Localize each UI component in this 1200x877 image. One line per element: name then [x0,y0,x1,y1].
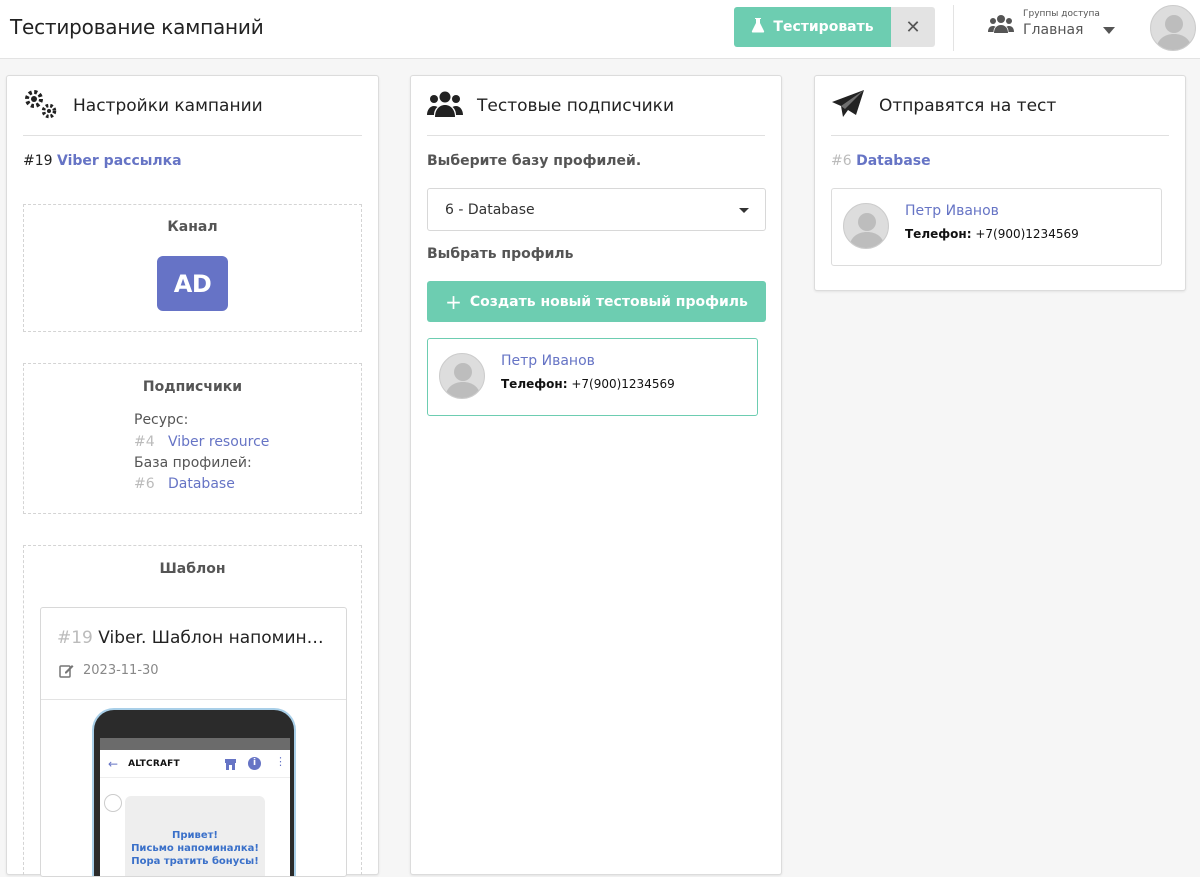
edit-icon[interactable] [59,663,74,682]
template-name-row: #19 Viber. Шаблон напомин… [57,628,324,648]
phone-chat-header: ← ALTCRAFT i ⋮ [100,750,290,778]
template-card[interactable]: #19 Viber. Шаблон напомин… 2023-11-30 ← … [40,607,347,877]
db-link-row: #6 Database [831,153,931,169]
select-profile-label: Выбрать профиль [427,246,574,262]
template-date: 2023-11-30 [83,663,159,678]
db-link[interactable]: Database [168,476,235,492]
caret-down-icon [739,208,749,213]
phone-value: +7(900)1234569 [571,377,675,391]
phone-label: Телефон: [501,377,568,391]
profile-name[interactable]: Петр Иванов [905,203,999,219]
access-groups-caption: Группы доступа [1023,9,1100,19]
users-icon [988,13,1014,39]
test-button-label: Тестировать [773,19,874,35]
info-icon: i [248,757,261,770]
plus-icon: + [445,289,462,314]
divider [41,699,346,700]
panel-title: Настройки кампании [73,95,263,116]
select-db-label: Выберите базу профилей. [427,153,642,169]
campaign-id: #19 [23,153,53,169]
flask-icon [751,17,765,37]
resource-row: #4 Viber resource [134,434,269,450]
subscribers-title: Подписчики [142,379,243,395]
message-line: Пора тратить бонусы! [131,856,259,867]
message-line: Привет! [171,830,218,841]
template-name: Viber. Шаблон напомин… [98,628,324,648]
resource-link[interactable]: Viber resource [168,434,269,450]
top-bar: Тестирование кампаний Тестировать ✕ Груп… [0,0,1200,59]
campaign-link[interactable]: Viber рассылка [57,153,182,169]
test-subscribers-panel: Тестовые подписчики Выберите базу профил… [410,75,782,875]
page-title: Тестирование кампаний [10,15,264,39]
template-title: Шаблон [159,561,226,577]
user-avatar[interactable] [1150,5,1196,51]
phone-label: Телефон: [905,227,972,241]
panel-header: Отправятся на тест [831,76,1169,136]
avatar [843,203,889,249]
sender-avatar [104,794,122,812]
access-group-select[interactable]: Главная [1023,22,1083,38]
phone-screen: ← ALTCRAFT i ⋮ Привет! Письмо напоминалк… [100,738,290,876]
profile-name[interactable]: Петр Иванов [501,353,595,369]
more-icon: ⋮ [275,755,286,768]
template-id: #19 [57,628,93,648]
db-id: #6 [134,476,155,492]
chevron-down-icon[interactable] [1103,27,1115,34]
profile-db-select[interactable]: 6 - Database [427,188,766,231]
phone-brand: ALTCRAFT [128,758,180,769]
divider [953,5,954,51]
test-button[interactable]: Тестировать [734,7,891,47]
template-section: Шаблон #19 Viber. Шаблон напомин… 2023-1… [23,545,362,877]
message-line: Письмо напоминалка! [131,843,259,854]
panel-header: Тестовые подписчики [427,76,765,136]
campaign-link-row: #19 Viber рассылка [23,153,182,169]
phone-preview: ← ALTCRAFT i ⋮ Привет! Письмо напоминалк… [92,708,296,876]
gears-icon [23,88,59,124]
users-icon [427,90,463,122]
paper-plane-icon [831,89,865,123]
create-test-profile-label: Создать новый тестовый профиль [469,293,748,310]
channel-title: Канал [167,219,218,235]
resource-label: Ресурс: [134,412,189,428]
store-icon [224,758,237,774]
panel-title: Отправятся на тест [879,95,1057,116]
profile-card: Петр Иванов Телефон: +7(900)1234569 [831,188,1162,266]
campaign-settings-panel: Настройки кампании #19 Viber рассылка Ка… [6,75,379,877]
profile-phone: Телефон: +7(900)1234569 [905,227,1079,241]
close-button[interactable]: ✕ [891,7,935,47]
avatar [439,353,485,399]
panel-title: Тестовые подписчики [477,95,674,116]
phone-status-bar [100,738,290,750]
channel-badge: AD [157,256,228,311]
db-id: #6 [831,153,852,169]
db-label: База профилей: [134,455,252,471]
subscribers-section: Подписчики Ресурс: #4 Viber resource Баз… [23,363,362,514]
db-link[interactable]: Database [856,153,931,169]
send-to-test-panel: Отправятся на тест #6 Database Петр Иван… [814,75,1186,291]
channel-section: Канал AD [23,204,362,332]
resource-id: #4 [134,434,155,450]
phone-value: +7(900)1234569 [975,227,1079,241]
arrow-left-icon: ← [108,756,119,771]
db-row: #6 Database [134,476,235,492]
create-test-profile-button[interactable]: + Создать новый тестовый профиль [427,281,766,322]
panel-header: Настройки кампании [23,76,362,136]
profile-phone: Телефон: +7(900)1234569 [501,377,675,391]
profile-card[interactable]: Петр Иванов Телефон: +7(900)1234569 [427,338,758,416]
profile-db-select-value: 6 - Database [445,201,535,218]
